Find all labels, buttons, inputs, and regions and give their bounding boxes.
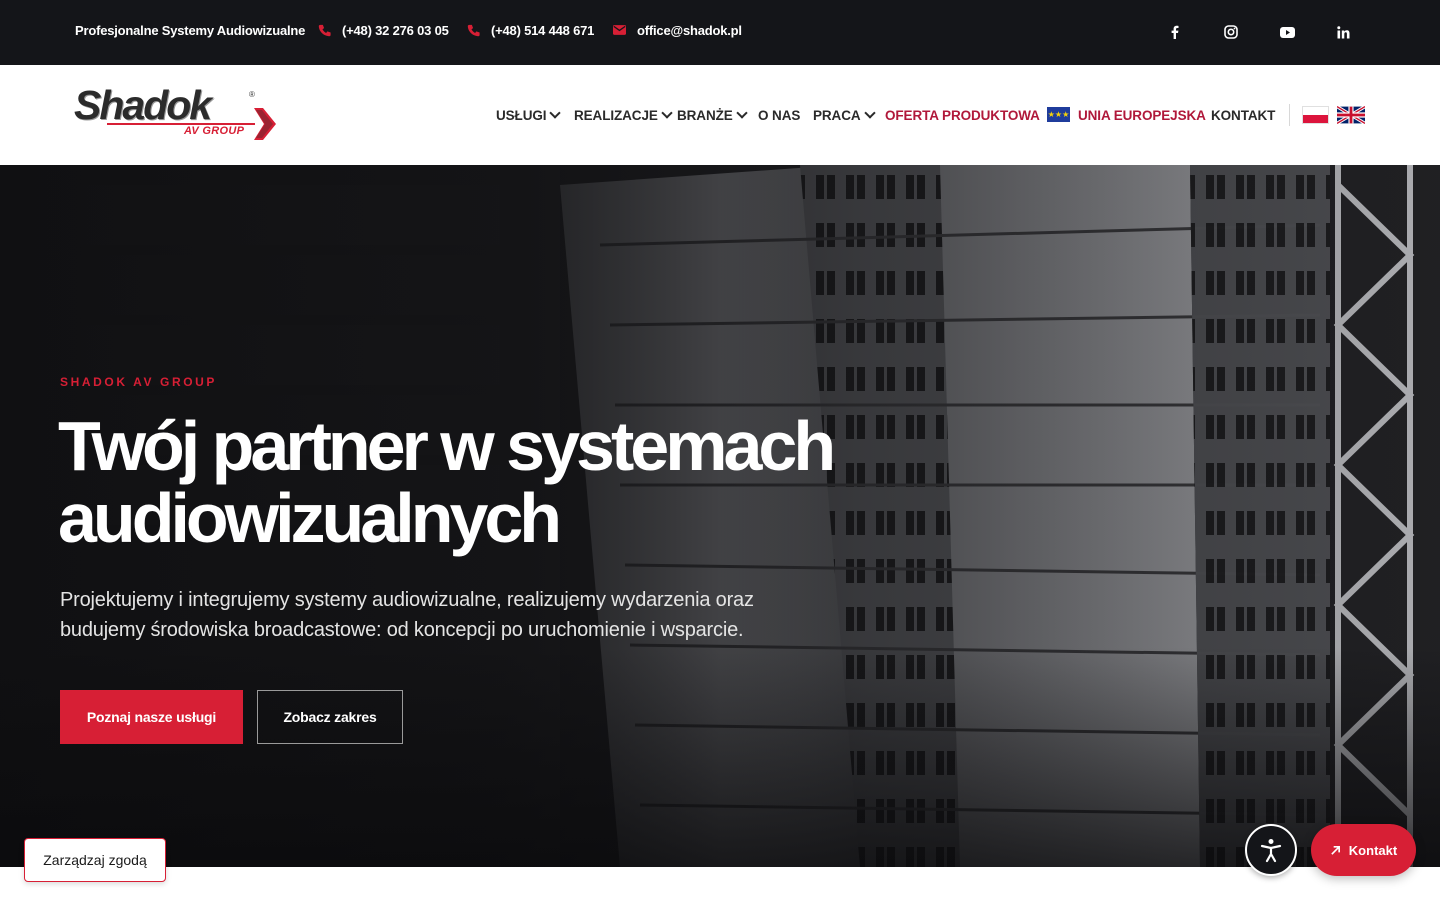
phone-link-1[interactable]: (+48) 32 276 03 05	[318, 23, 449, 38]
nav-unia-europejska[interactable]: UNIA EUROPEJSKA	[1078, 106, 1206, 124]
hero-title-line-2: audiowizualnych	[58, 479, 562, 557]
hero-title-line-1: Twój partner w systemach	[58, 407, 836, 485]
eu-flag-icon: ★★★	[1047, 107, 1070, 122]
email-link[interactable]: office@shadok.pl	[613, 23, 742, 38]
nav-praca-label: PRACA	[813, 107, 861, 123]
logo-registered-mark: ®	[249, 90, 255, 99]
youtube-icon[interactable]	[1277, 22, 1297, 42]
consent-button[interactable]: Zarządzaj zgodą	[24, 838, 166, 882]
accessibility-button[interactable]	[1245, 824, 1297, 876]
nav-uslugi[interactable]: USŁUGI	[496, 106, 562, 124]
uk-flag-icon[interactable]	[1337, 106, 1365, 124]
instagram-icon[interactable]	[1221, 22, 1241, 42]
chevron-down-icon	[735, 107, 748, 119]
nav-o-nas-label: O NAS	[758, 107, 801, 123]
linkedin-icon[interactable]	[1333, 22, 1353, 42]
logo-wordmark: Shadok	[74, 82, 212, 128]
nav-oferta-produktowa[interactable]: OFERTA PRODUKTOWA	[885, 106, 1040, 124]
hero-title: Twój partner w systemach audiowizualnych	[58, 410, 958, 554]
nav-branze[interactable]: BRANŻE	[677, 106, 748, 124]
nav-kontakt[interactable]: KONTAKT	[1211, 106, 1275, 124]
phone-icon	[467, 24, 480, 37]
phone-icon	[318, 24, 331, 37]
phone-number-1: (+48) 32 276 03 05	[342, 23, 449, 38]
hero-lead-line-1: Projektujemy i integrujemy systemy audio…	[60, 589, 754, 611]
logo-arrow-icon	[254, 108, 276, 140]
nav-oferta-label: OFERTA PRODUKTOWA	[885, 107, 1040, 123]
nav-realizacje-label: REALIZACJE	[574, 107, 658, 123]
nav-praca[interactable]: PRACA	[813, 106, 876, 124]
phone-number-2: (+48) 514 448 671	[491, 23, 595, 38]
services-button[interactable]: Poznaj nasze usługi	[60, 690, 243, 744]
chevron-down-icon	[549, 107, 562, 119]
facebook-icon[interactable]	[1165, 22, 1185, 42]
email-address: office@shadok.pl	[637, 23, 742, 38]
nav-realizacje[interactable]: REALIZACJE	[574, 106, 673, 124]
chevron-down-icon	[661, 107, 673, 119]
nav-kontakt-label: KONTAKT	[1211, 107, 1276, 123]
nav-branze-label: BRANŻE	[677, 107, 733, 123]
logo[interactable]: Shadok ® AV GROUP	[74, 82, 276, 142]
hero-eyebrow: SHADOK AV GROUP	[60, 375, 218, 389]
envelope-icon	[613, 24, 626, 37]
nav-unia-label: UNIA EUROPEJSKA	[1078, 107, 1206, 123]
hero-section: SHADOK AV GROUP Twój partner w systemach…	[0, 165, 1440, 867]
floating-contact-label: Kontakt	[1348, 842, 1398, 858]
pl-flag-icon[interactable]	[1302, 106, 1329, 124]
accessibility-icon	[1260, 839, 1282, 863]
hero-bottom-overlay	[0, 647, 1440, 867]
phone-link-2[interactable]: (+48) 514 448 671	[467, 23, 594, 38]
top-bar: Profesjonalne Systemy Audiowizualne (+48…	[0, 0, 1440, 65]
chevron-down-icon	[863, 107, 876, 119]
scope-button[interactable]: Zobacz zakres	[257, 690, 403, 744]
logo-subtitle: AV GROUP	[184, 125, 245, 137]
floating-contact-button[interactable]: Kontakt	[1311, 824, 1416, 876]
hero-lead-line-2: budujemy środowiska broadcastowe: od kon…	[60, 619, 744, 641]
nav-o-nas[interactable]: O NAS	[758, 106, 800, 124]
arrow-up-right-icon	[1331, 845, 1340, 855]
tagline: Profesjonalne Systemy Audiowizualne	[75, 23, 306, 38]
hero-lead: Projektujemy i integrujemy systemy audio…	[60, 585, 800, 645]
nav-uslugi-label: USŁUGI	[496, 107, 547, 123]
nav-divider	[1289, 104, 1290, 126]
